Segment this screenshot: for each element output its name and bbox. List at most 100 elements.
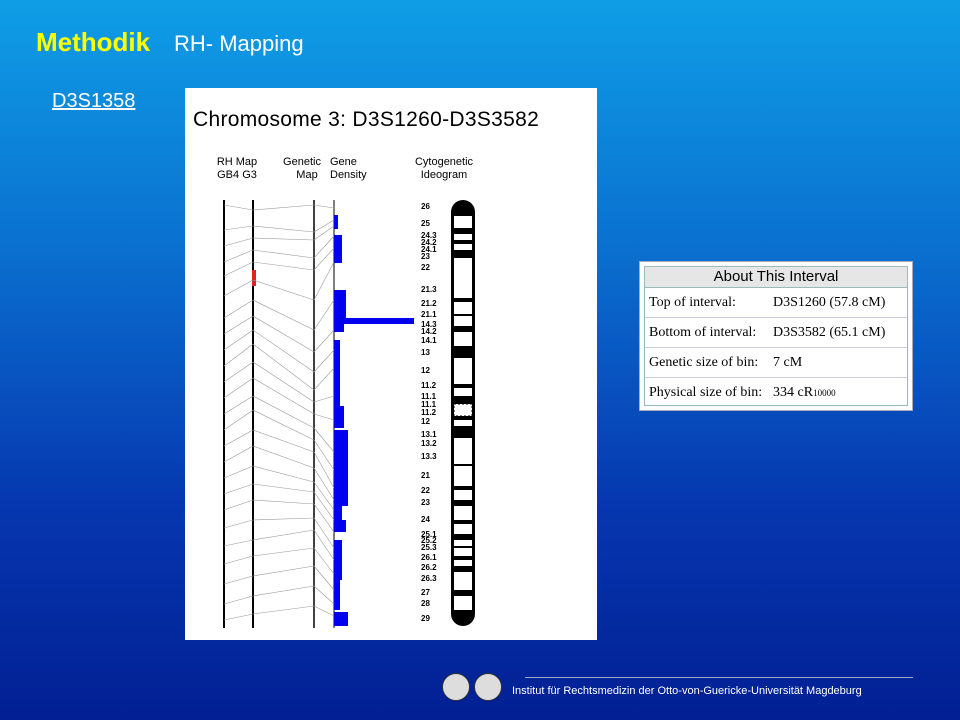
about-row-label: Physical size of bin: <box>649 385 763 400</box>
genetic-link-line <box>252 517 315 521</box>
band-label: 22 <box>421 263 430 272</box>
band-label: 21.1 <box>421 310 437 319</box>
ideogram-band <box>454 572 472 590</box>
density-link-line <box>313 329 335 353</box>
density-link-line <box>313 367 335 391</box>
density-link-line <box>313 261 335 301</box>
density-link-line <box>313 247 335 271</box>
ideogram-band <box>454 276 472 298</box>
ideogram-centromere <box>453 403 473 417</box>
gene-density-bar <box>334 324 344 332</box>
density-link-line <box>313 413 335 421</box>
genetic-link-line <box>252 249 315 259</box>
gene-density-bar <box>334 580 340 610</box>
rh-link-line <box>223 299 254 319</box>
ideogram-band <box>454 490 472 500</box>
density-link-line <box>313 349 335 373</box>
rh-link-line <box>223 519 254 529</box>
ideogram-band <box>454 466 472 486</box>
gene-density-bar <box>334 540 342 580</box>
gene-density-bar <box>334 235 342 263</box>
about-row-value: D3S3582 (65.1 cM) <box>773 325 886 340</box>
band-label: 13 <box>421 348 430 357</box>
density-link-line <box>313 565 335 591</box>
density-link-line <box>313 299 335 331</box>
rh-link-line <box>223 315 254 335</box>
about-interval-box: About This Interval Top of interval: D3S… <box>639 261 913 411</box>
density-link-line <box>313 225 335 241</box>
about-row-value-subscript: 10000 <box>813 388 836 398</box>
about-row-label: Bottom of interval: <box>649 325 757 340</box>
ideogram-band <box>454 358 472 384</box>
gene-density-bar <box>334 520 346 532</box>
gene-density-bar <box>334 430 348 458</box>
genetic-link-line <box>252 605 315 615</box>
genetic-link-line <box>252 499 315 505</box>
rh-link-line <box>223 429 254 447</box>
band-label: 27 <box>421 588 430 597</box>
ideogram-band <box>454 540 472 546</box>
genetic-link-line <box>252 204 315 211</box>
density-link-line <box>313 547 335 575</box>
ideogram-band <box>454 548 472 556</box>
band-label: 26 <box>421 202 430 211</box>
band-label: 21.3 <box>421 285 437 294</box>
density-link-line <box>313 451 335 489</box>
density-link-line <box>313 605 335 617</box>
ideogram-band <box>454 438 472 464</box>
gene-density-bar <box>334 380 340 406</box>
band-label: 11.2 <box>421 408 437 417</box>
density-link-line <box>313 219 335 233</box>
band-label: 14.2 <box>421 327 437 336</box>
about-row-top: Top of interval: D3S1260 (57.8 cM) <box>645 288 907 318</box>
genetic-link-line <box>252 465 315 483</box>
about-row-physical-size: Physical size of bin: 334 cR10000 <box>645 378 907 407</box>
genetic-link-line <box>252 445 315 469</box>
genetic-link-line <box>252 279 315 301</box>
band-label: 21.2 <box>421 299 437 308</box>
rh-link-line <box>223 225 254 231</box>
genetic-link-line <box>252 483 315 493</box>
band-label: 14.1 <box>421 336 437 345</box>
gene-density-bar <box>334 215 338 229</box>
rh-link-line <box>223 595 254 605</box>
rh-link-line <box>223 261 254 277</box>
density-link-line <box>313 395 335 403</box>
rh-link-line <box>223 465 254 479</box>
ideogram-band <box>454 234 472 240</box>
genetic-link-line <box>252 237 315 241</box>
university-seal-icon <box>442 673 470 701</box>
map-connection-lines <box>223 204 335 621</box>
gene-density-bar <box>334 318 414 324</box>
ideogram-band <box>454 258 472 276</box>
ideogram-band <box>454 244 472 250</box>
band-label: 22 <box>421 486 430 495</box>
gene-density-bar <box>334 500 342 520</box>
band-label: 23 <box>421 252 430 261</box>
ideogram-band <box>454 332 472 346</box>
rh-link-line <box>223 377 254 399</box>
ideogram-band <box>454 216 472 228</box>
genetic-link-line <box>252 299 315 331</box>
band-label: 26.1 <box>421 553 437 562</box>
gene-density-bars <box>334 215 414 626</box>
genetic-link-line <box>252 565 315 577</box>
band-label: 26.2 <box>421 563 437 572</box>
band-label: 25.3 <box>421 543 437 552</box>
about-interval-table: About This Interval Top of interval: D3S… <box>644 266 908 406</box>
gene-density-bar <box>334 612 348 626</box>
band-label: 29 <box>421 614 430 623</box>
about-row-value: D3S1260 (57.8 cM) <box>773 295 886 310</box>
institute-seal-icon <box>474 673 502 701</box>
rh-link-line <box>223 499 254 511</box>
density-link-line <box>313 585 335 605</box>
density-link-line <box>313 204 335 209</box>
rh-link-line <box>223 445 254 463</box>
genetic-link-line <box>252 429 315 453</box>
band-label: 13.1 <box>421 430 437 439</box>
about-row-label: Genetic size of bin: <box>649 355 759 370</box>
ideogram-band <box>454 420 472 426</box>
band-label: 12 <box>421 366 430 375</box>
band-label: 23 <box>421 498 430 507</box>
ideogram-band <box>454 560 472 566</box>
